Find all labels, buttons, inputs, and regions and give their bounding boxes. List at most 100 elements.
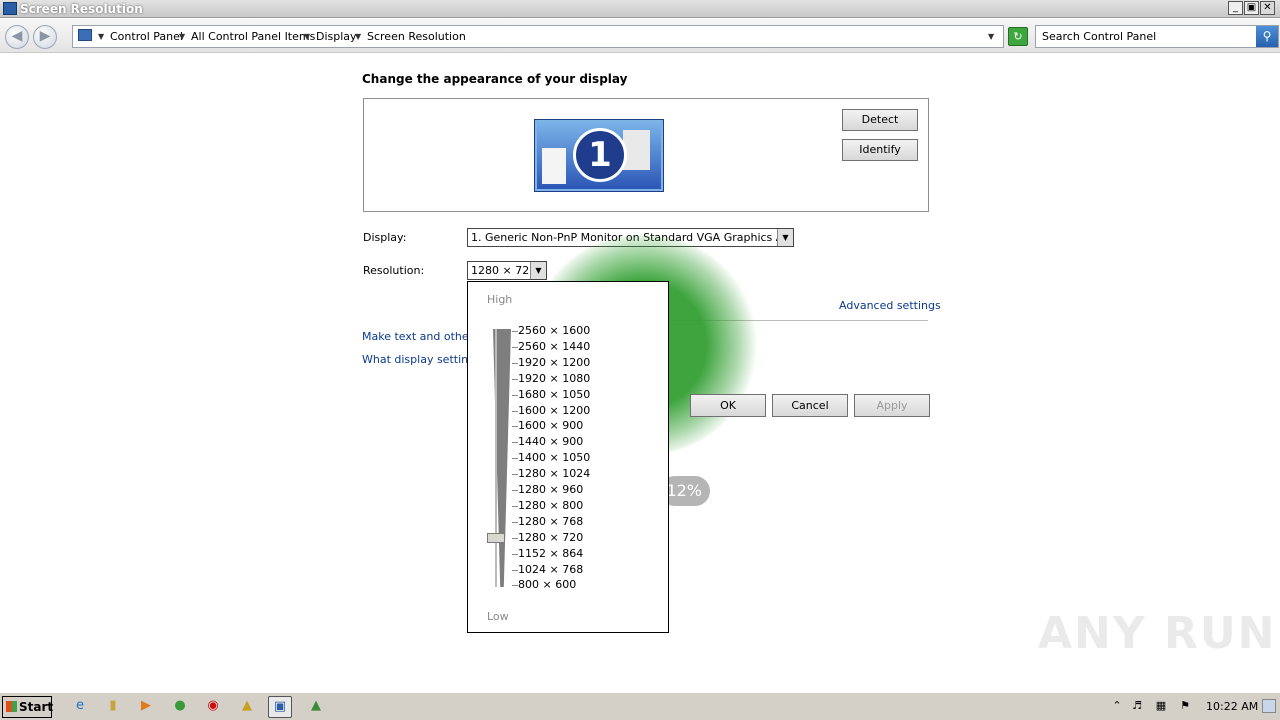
slider-tick xyxy=(512,505,518,507)
display-label: Display: xyxy=(363,231,407,244)
resolution-option[interactable]: 1600 × 900 xyxy=(518,419,583,432)
network-icon[interactable]: ▦ xyxy=(1154,699,1168,713)
chevron-right-icon[interactable]: ▼ xyxy=(304,32,310,41)
resolution-option[interactable]: 1280 × 800 xyxy=(518,499,583,512)
windows-logo-icon xyxy=(6,701,17,712)
slider-tick xyxy=(512,537,518,539)
start-button[interactable]: Start xyxy=(2,696,54,718)
slider-line xyxy=(495,329,497,587)
monitor-window-icon xyxy=(623,130,650,170)
ok-button[interactable]: OK xyxy=(690,394,766,417)
action-center-flag-icon[interactable]: ⚑ xyxy=(1178,699,1192,713)
watermark-logo: ANY RUN xyxy=(1038,608,1277,659)
show-hidden-icons-icon[interactable]: ⌃ xyxy=(1110,699,1124,713)
resolution-select-value: 1280 × 720 xyxy=(471,264,537,277)
display-settings-task-icon[interactable]: ▣ xyxy=(268,696,292,718)
breadcrumb-screen-resolution[interactable]: Screen Resolution xyxy=(367,30,466,43)
resolution-option[interactable]: 1920 × 1200 xyxy=(518,356,590,369)
chevron-right-icon[interactable]: ▼ xyxy=(355,32,361,41)
resolution-slider-popup: High 2560 × 1600 2560 × 1440 1920 × 1200 19… xyxy=(467,281,669,633)
search-icon[interactable]: ⚲ xyxy=(1256,26,1278,47)
monitor-1-icon[interactable]: 1 xyxy=(535,120,663,191)
chrome-icon[interactable]: ● xyxy=(168,696,192,718)
slider-tick xyxy=(512,521,518,523)
resolution-option[interactable]: 800 × 600 xyxy=(518,578,576,591)
advanced-settings-link[interactable]: Advanced settings xyxy=(839,299,941,312)
resolution-option[interactable]: 1024 × 768 xyxy=(518,563,583,576)
restore-button[interactable]: ▣ xyxy=(1244,1,1259,15)
breadcrumb-display[interactable]: Display xyxy=(316,30,357,43)
slider-tick xyxy=(512,426,518,428)
start-label: Start xyxy=(19,700,54,714)
minimize-button[interactable]: _ xyxy=(1228,1,1243,15)
window-title: Screen Resolution xyxy=(20,2,143,16)
title-bar: Screen Resolution _ ▣ ✕ xyxy=(0,0,1280,18)
breadcrumb-control-panel[interactable]: Control Panel xyxy=(110,30,183,43)
media-player-icon[interactable]: ▶ xyxy=(134,696,158,718)
show-desktop-button[interactable] xyxy=(1262,699,1276,713)
file-explorer-icon[interactable]: ▮ xyxy=(101,696,125,718)
resolution-option[interactable]: 1400 × 1050 xyxy=(518,451,590,464)
slider-tick xyxy=(512,585,518,587)
monitor-window-icon xyxy=(542,148,566,184)
address-history-dropdown-icon[interactable]: ▼ xyxy=(988,32,994,41)
slider-tick xyxy=(512,474,518,476)
slider-tick xyxy=(512,442,518,444)
slider-tick xyxy=(512,362,518,364)
display-app-icon xyxy=(3,2,17,15)
resolution-option[interactable]: 1920 × 1080 xyxy=(518,372,590,385)
chevron-right-icon[interactable]: ▼ xyxy=(98,32,104,41)
slider-tick xyxy=(512,490,518,491)
resolution-option[interactable]: 2560 × 1440 xyxy=(518,340,590,353)
app-icon[interactable]: ▲ xyxy=(304,696,328,718)
refresh-button[interactable]: ↻ xyxy=(1008,27,1028,46)
slider-tick xyxy=(512,331,518,332)
slider-low-label: Low xyxy=(487,610,509,623)
address-toolbar: ◀ ▶ ▼ Control Panel ▼ All Control Panel … xyxy=(0,19,1280,53)
resolution-option[interactable]: 1280 × 1024 xyxy=(518,467,590,480)
chevron-down-icon[interactable]: ▼ xyxy=(530,262,546,279)
taskbar: Start e ▮ ▶ ● ◉ ▲ ▣ ▲ ⌃ ♬ ▦ ⚑ 10:22 AM xyxy=(0,692,1280,720)
close-button[interactable]: ✕ xyxy=(1260,1,1275,15)
slider-tick xyxy=(512,346,518,348)
resolution-label: Resolution: xyxy=(363,264,425,277)
resolution-option[interactable]: 1440 × 900 xyxy=(518,435,583,448)
page-heading: Change the appearance of your display xyxy=(362,72,628,86)
forward-button[interactable]: ▶ xyxy=(33,25,57,49)
internet-explorer-icon[interactable]: e xyxy=(68,696,92,718)
address-bar[interactable]: ▼ Control Panel ▼ All Control Panel Item… xyxy=(72,25,1004,48)
chevron-down-icon[interactable]: ▼ xyxy=(777,229,793,246)
resolution-slider-track[interactable] xyxy=(493,329,511,587)
chevron-right-icon[interactable]: ▼ xyxy=(179,32,185,41)
resolution-slider-thumb[interactable] xyxy=(487,533,505,543)
display-settings-help-link[interactable]: What display settings xyxy=(362,353,481,366)
slider-tick xyxy=(512,394,518,396)
identify-button[interactable]: Identify xyxy=(842,139,918,161)
slider-tick xyxy=(512,378,518,380)
search-box: ⚲ xyxy=(1035,25,1279,48)
resolution-select[interactable]: 1280 × 720 ▼ xyxy=(467,261,547,280)
breadcrumb-all-items[interactable]: All Control Panel Items xyxy=(191,30,315,43)
slider-tick xyxy=(512,410,518,412)
back-button[interactable]: ◀ xyxy=(5,25,29,49)
volume-icon[interactable]: ♬ xyxy=(1130,699,1144,713)
slider-tick xyxy=(512,553,518,555)
monitor-number: 1 xyxy=(573,128,627,182)
resolution-option[interactable]: 1280 × 768 xyxy=(518,515,583,528)
apply-button[interactable]: Apply xyxy=(854,394,930,417)
resolution-option[interactable]: 1280 × 960 xyxy=(518,483,583,496)
resolution-option[interactable]: 1600 × 1200 xyxy=(518,404,590,417)
monitor-arrangement-panel: 1 Detect Identify xyxy=(363,98,929,212)
detect-button[interactable]: Detect xyxy=(842,109,918,131)
resolution-option[interactable]: 2560 × 1600 xyxy=(518,324,590,337)
search-input[interactable] xyxy=(1036,26,1256,47)
opera-icon[interactable]: ◉ xyxy=(201,696,225,718)
text-size-link[interactable]: Make text and other i xyxy=(362,330,480,343)
clock[interactable]: 10:22 AM xyxy=(1206,700,1258,713)
resolution-option[interactable]: 1280 × 720 xyxy=(518,531,583,544)
control-panel-icon xyxy=(78,29,92,41)
cancel-button[interactable]: Cancel xyxy=(772,394,848,417)
app-icon[interactable]: ▲ xyxy=(235,696,259,718)
resolution-option[interactable]: 1680 × 1050 xyxy=(518,388,590,401)
resolution-option[interactable]: 1152 × 864 xyxy=(518,547,583,560)
